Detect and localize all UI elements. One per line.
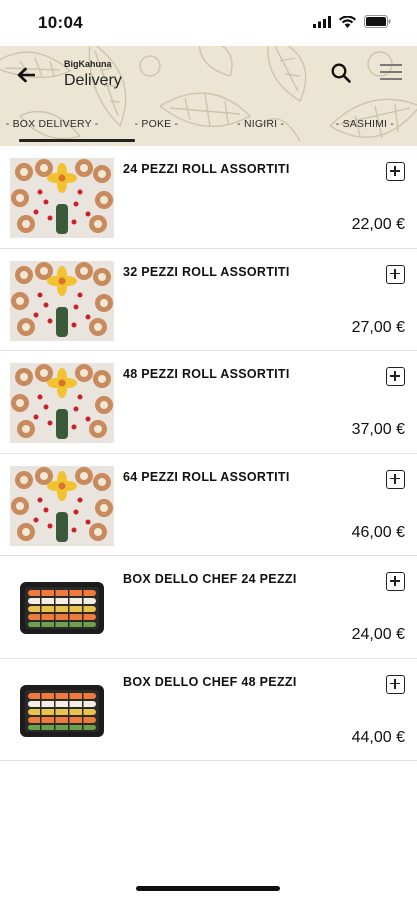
- add-to-cart-button[interactable]: [386, 572, 405, 591]
- battery-icon: [364, 15, 391, 28]
- product-price: 44,00 €: [351, 728, 405, 746]
- product-name: BOX DELLO CHEF 48 PEZZI: [123, 674, 297, 689]
- back-arrow-icon: [17, 67, 35, 83]
- list-item[interactable]: 64 PEZZI ROLL ASSORTITI 46,00 €: [0, 454, 417, 556]
- wifi-icon: [339, 15, 356, 28]
- page-title: Delivery: [64, 72, 122, 89]
- product-price: 37,00 €: [351, 421, 405, 438]
- home-indicator[interactable]: [136, 886, 280, 891]
- hamburger-menu-icon: [380, 64, 402, 80]
- add-to-cart-button[interactable]: [386, 162, 405, 181]
- tab-nigiri[interactable]: - NIGIRI -: [209, 112, 313, 144]
- product-name: 32 PEZZI ROLL ASSORTITI: [123, 264, 290, 279]
- menu-button[interactable]: [379, 62, 405, 86]
- product-image: [10, 363, 114, 443]
- back-button[interactable]: [12, 62, 40, 88]
- list-item[interactable]: 48 PEZZI ROLL ASSORTITI 37,00 €: [0, 351, 417, 454]
- status-time: 10:04: [38, 13, 83, 32]
- list-item[interactable]: 24 PEZZI ROLL ASSORTITI 22,00 €: [0, 146, 417, 249]
- product-image: [10, 158, 114, 238]
- product-price: 22,00 €: [351, 216, 405, 233]
- search-button[interactable]: [330, 62, 354, 86]
- product-name: 48 PEZZI ROLL ASSORTITI: [123, 367, 290, 381]
- product-name: BOX DELLO CHEF 24 PEZZI: [123, 572, 297, 586]
- signal-icon: [313, 15, 331, 28]
- product-price: 27,00 €: [351, 318, 405, 336]
- product-image: [10, 260, 114, 341]
- status-bar: 10:04: [0, 0, 417, 46]
- list-item[interactable]: BOX DELLO CHEF 24 PEZZI 24,00 €: [0, 556, 417, 659]
- product-name: 24 PEZZI ROLL ASSORTITI: [123, 162, 290, 176]
- status-icons: [313, 15, 391, 28]
- brand-name: BigKahuna: [64, 59, 112, 69]
- add-to-cart-button[interactable]: [386, 674, 405, 694]
- product-image: [10, 568, 114, 648]
- add-to-cart-button[interactable]: [386, 367, 405, 386]
- product-image: [10, 670, 114, 751]
- product-price: 24,00 €: [351, 626, 405, 643]
- product-list: 24 PEZZI ROLL ASSORTITI 22,00 € 32 PEZZI…: [0, 146, 417, 761]
- product-image: [10, 465, 114, 546]
- product-price: 46,00 €: [351, 523, 405, 541]
- search-icon: [331, 63, 351, 83]
- list-item[interactable]: 32 PEZZI ROLL ASSORTITI 27,00 €: [0, 249, 417, 351]
- add-to-cart-button[interactable]: [386, 264, 405, 284]
- active-tab-indicator: [19, 139, 135, 142]
- add-to-cart-button[interactable]: [386, 469, 405, 489]
- product-name: 64 PEZZI ROLL ASSORTITI: [123, 469, 290, 484]
- tab-sashimi[interactable]: - SASHIMI -: [313, 112, 417, 144]
- list-item[interactable]: BOX DELLO CHEF 48 PEZZI 44,00 €: [0, 659, 417, 761]
